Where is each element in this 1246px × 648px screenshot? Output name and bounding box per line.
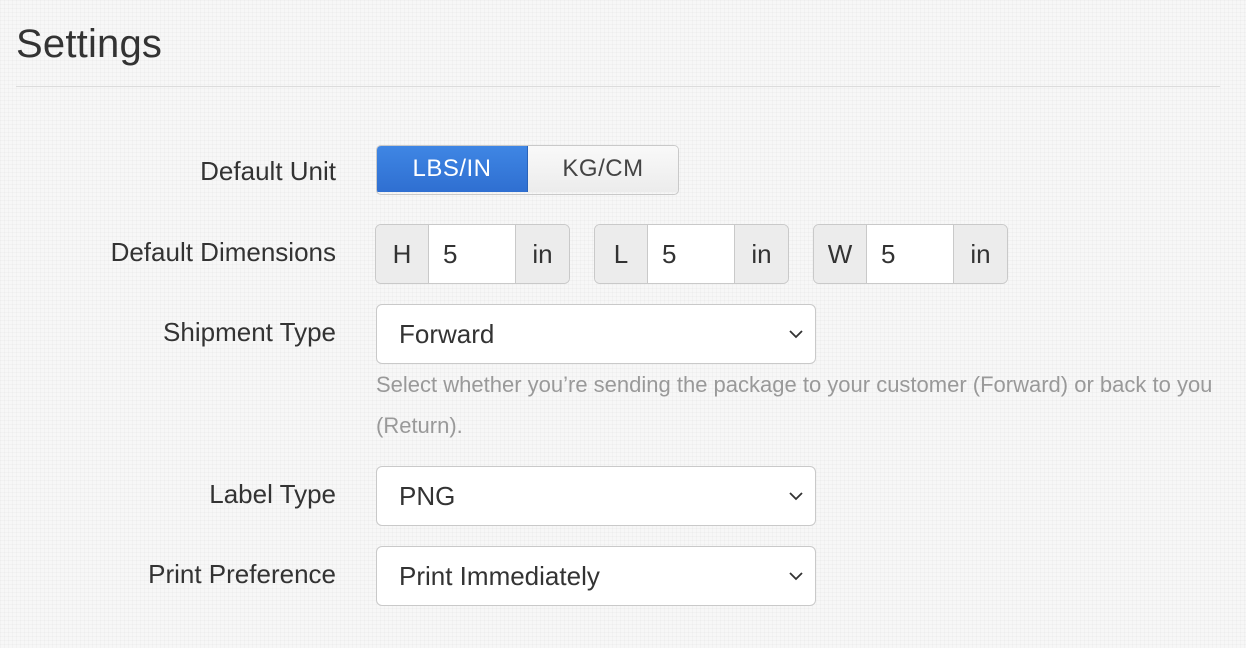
height-prefix: H [376,225,429,283]
width-prefix: W [814,225,867,283]
width-input[interactable] [867,225,953,283]
chevron-down-icon [789,330,803,339]
length-unit: in [734,225,788,283]
chevron-down-icon [789,492,803,501]
page-title: Settings [16,22,163,66]
height-input[interactable] [429,225,515,283]
label-type-label: Label Type [209,479,336,509]
width-unit: in [953,225,1007,283]
label-type-select[interactable]: PNG [376,466,816,526]
width-input-group: W in [813,224,1008,284]
unit-toggle: LBS/IN KG/CM [376,145,679,195]
chevron-down-icon [789,572,803,581]
unit-lbs-in-button[interactable]: LBS/IN [377,146,528,192]
default-unit-label: Default Unit [200,156,336,186]
shipment-type-label: Shipment Type [163,317,336,347]
print-preference-value: Print Immediately [399,560,600,591]
print-preference-select[interactable]: Print Immediately [376,546,816,606]
length-input[interactable] [648,225,734,283]
shipment-type-select[interactable]: Forward [376,304,816,364]
shipment-type-help: Select whether you’re sending the packag… [376,372,1213,438]
length-input-group: L in [594,224,789,284]
length-prefix: L [595,225,648,283]
print-preference-label: Print Preference [148,559,336,589]
default-dimensions-label: Default Dimensions [110,237,336,267]
unit-kg-cm-button[interactable]: KG/CM [528,146,678,192]
shipment-type-value: Forward [399,318,495,349]
height-input-group: H in [375,224,570,284]
height-unit: in [515,225,569,283]
title-divider [16,86,1220,87]
label-type-value: PNG [399,480,456,511]
